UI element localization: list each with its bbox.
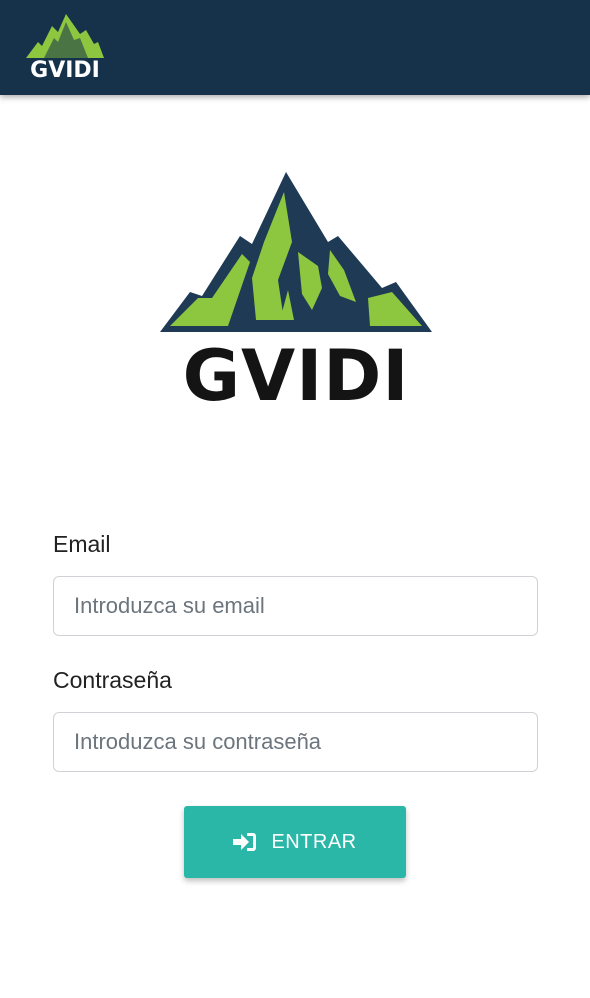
brand-logo: GVIDI [160, 170, 432, 415]
sign-in-icon [233, 833, 257, 851]
mountain-logo-icon [26, 14, 104, 58]
header-logo[interactable]: GVIDI [24, 12, 106, 84]
password-field[interactable] [53, 712, 538, 772]
header-logo-text: GVIDI [30, 58, 100, 83]
email-field[interactable] [53, 576, 538, 636]
password-group: Contraseña [53, 664, 538, 772]
email-group: Email [53, 528, 538, 636]
top-app-bar: GVIDI [0, 0, 590, 95]
login-button-label: ENTRAR [271, 830, 357, 853]
login-button[interactable]: ENTRAR [184, 806, 406, 878]
mountain-logo-icon [160, 172, 432, 332]
brand-logo-text: GVIDI [182, 335, 410, 417]
email-label: Email [53, 531, 111, 557]
password-label: Contraseña [53, 667, 172, 693]
login-form: Email Contraseña [53, 528, 538, 772]
